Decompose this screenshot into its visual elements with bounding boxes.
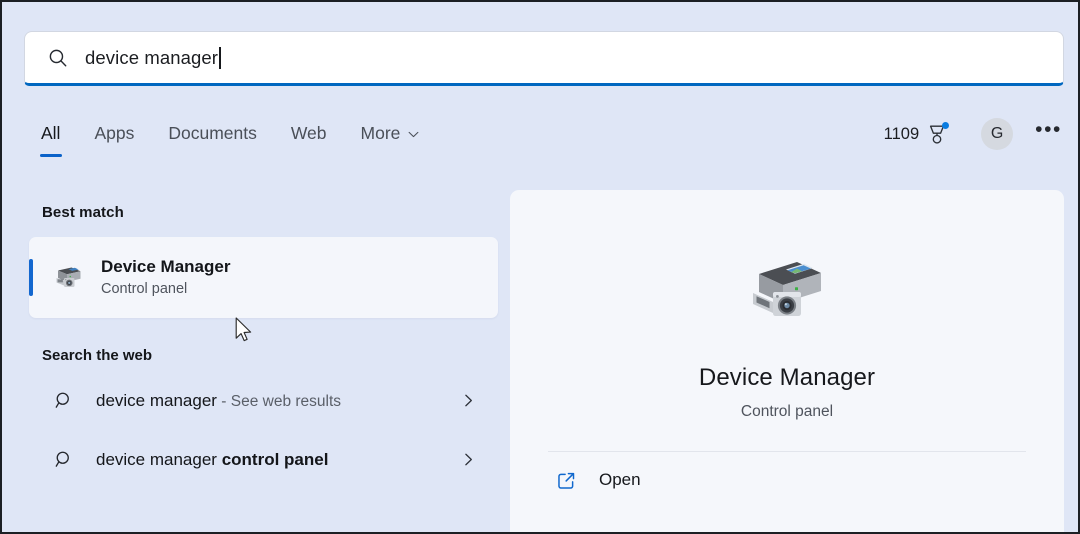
tab-all-label: All: [41, 122, 61, 143]
chevron-right-icon: [465, 394, 472, 407]
web-suggestion-1[interactable]: device manager - See web results: [29, 378, 498, 423]
tab-active-underline: [39, 153, 62, 157]
results-column: Best match Device Manager Control panel …: [24, 190, 498, 532]
avatar[interactable]: G: [981, 118, 1014, 150]
open-action-button[interactable]: Open: [510, 452, 1064, 508]
web-suggestion-1-suffix: - See web results: [216, 392, 342, 410]
tab-documents-label: Documents: [168, 122, 257, 143]
best-match-title: Device Manager: [101, 257, 231, 276]
best-match-text: Device Manager Control panel: [101, 256, 230, 299]
windows-search-window: device manager All Apps Documents Web Mo…: [0, 0, 1080, 534]
open-external-icon: [558, 472, 575, 489]
search-icon: [49, 49, 67, 66]
tab-more[interactable]: More: [344, 114, 438, 148]
preview-content: Device Manager Control panel Open: [510, 190, 1064, 532]
rewards-button[interactable]: 1109: [878, 119, 955, 149]
web-suggestion-2-bold: control panel: [221, 449, 329, 469]
web-suggestion-1-label: device manager - See web results: [96, 391, 341, 411]
preview-title: Device Manager: [698, 364, 876, 391]
best-match-subtitle: Control panel: [101, 281, 188, 297]
search-input[interactable]: device manager: [85, 46, 221, 69]
best-match-heading: Best match: [42, 204, 124, 221]
chevron-down-icon: [408, 131, 419, 137]
tab-web[interactable]: Web: [274, 114, 344, 148]
device-manager-icon: [56, 267, 81, 287]
search-icon: [55, 392, 69, 408]
tab-apps-label: Apps: [94, 122, 135, 143]
web-suggestion-1-query: device manager: [96, 390, 217, 410]
search-box[interactable]: device manager: [24, 31, 1064, 86]
search-input-value: device manager: [85, 46, 219, 68]
web-suggestion-2-label: device manager control panel: [96, 450, 328, 470]
tab-documents[interactable]: Documents: [151, 114, 274, 148]
filter-tabbar: All Apps Documents Web More 1109 G •••: [24, 114, 1064, 162]
tab-all[interactable]: All: [24, 114, 77, 157]
open-action-label: Open: [599, 470, 641, 489]
web-suggestion-2[interactable]: device manager control panel: [29, 437, 498, 482]
rewards-count: 1109: [883, 124, 920, 143]
search-icon: [55, 451, 69, 467]
chevron-right-icon: [465, 453, 472, 466]
preview-panel: Device Manager Control panel Open: [510, 190, 1064, 532]
text-caret: [219, 46, 221, 69]
search-the-web-heading: Search the web: [42, 347, 153, 364]
medal-icon-wrap: [925, 122, 950, 146]
avatar-initial: G: [990, 125, 1004, 142]
best-match-result[interactable]: Device Manager Control panel: [29, 237, 498, 318]
device-manager-large-icon: [753, 262, 821, 316]
web-suggestion-2-query: device manager: [96, 449, 222, 469]
tab-more-label: More: [360, 122, 401, 143]
preview-subtitle: Control panel: [740, 403, 834, 420]
tab-apps[interactable]: Apps: [77, 114, 151, 148]
ellipsis-icon[interactable]: •••: [1035, 119, 1062, 143]
selection-indicator: [29, 259, 33, 296]
tabbar-right-cluster: 1109 G •••: [878, 114, 1064, 154]
tab-web-label: Web: [290, 122, 327, 143]
overflow-menu-label: •••: [1035, 118, 1062, 141]
